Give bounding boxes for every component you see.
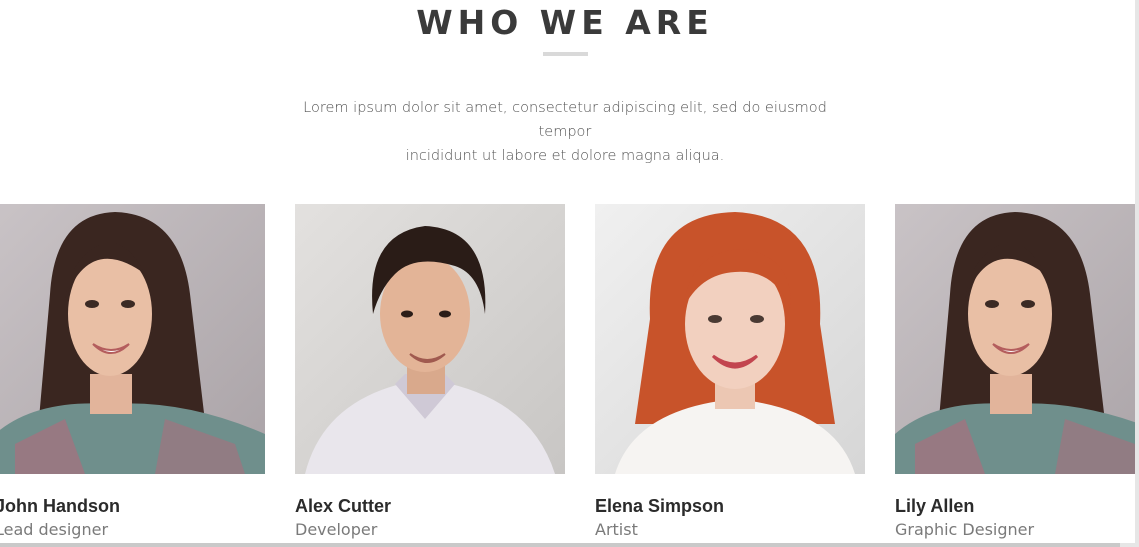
- member-photo: [595, 204, 865, 474]
- horizontal-scrollbar[interactable]: [0, 543, 1139, 547]
- member-name: John Handson: [0, 496, 120, 516]
- member-name: Alex Cutter: [295, 496, 392, 516]
- vertical-scrollbar[interactable]: [1135, 0, 1139, 547]
- team-member-card[interactable]: Lily Allen Graphic Designer: [895, 204, 1139, 539]
- section-intro: Lorem ipsum dolor sit amet, consectetur …: [280, 96, 850, 168]
- section-title: WHO WE ARE: [416, 3, 714, 42]
- team-member-card[interactable]: Alex Cutter Developer: [295, 204, 565, 539]
- member-photo: [295, 204, 565, 474]
- horizontal-scrollbar-thumb[interactable]: [0, 543, 1120, 547]
- member-photo: [0, 204, 265, 474]
- member-role: Lead designer: [0, 520, 109, 539]
- team-member-card[interactable]: Elena Simpson Artist: [595, 204, 865, 539]
- member-role: Artist: [595, 520, 638, 539]
- title-underline: [543, 52, 588, 56]
- intro-line-2: incididunt ut labore et dolore magna ali…: [405, 148, 725, 164]
- member-name: Lily Allen: [895, 496, 975, 516]
- member-role: Graphic Designer: [895, 520, 1035, 539]
- member-name: Elena Simpson: [595, 496, 725, 516]
- member-photo: [895, 204, 1135, 474]
- member-role: Developer: [295, 520, 378, 539]
- team-member-card[interactable]: John Handson Lead designer: [0, 204, 265, 539]
- intro-line-1: Lorem ipsum dolor sit amet, consectetur …: [303, 100, 827, 140]
